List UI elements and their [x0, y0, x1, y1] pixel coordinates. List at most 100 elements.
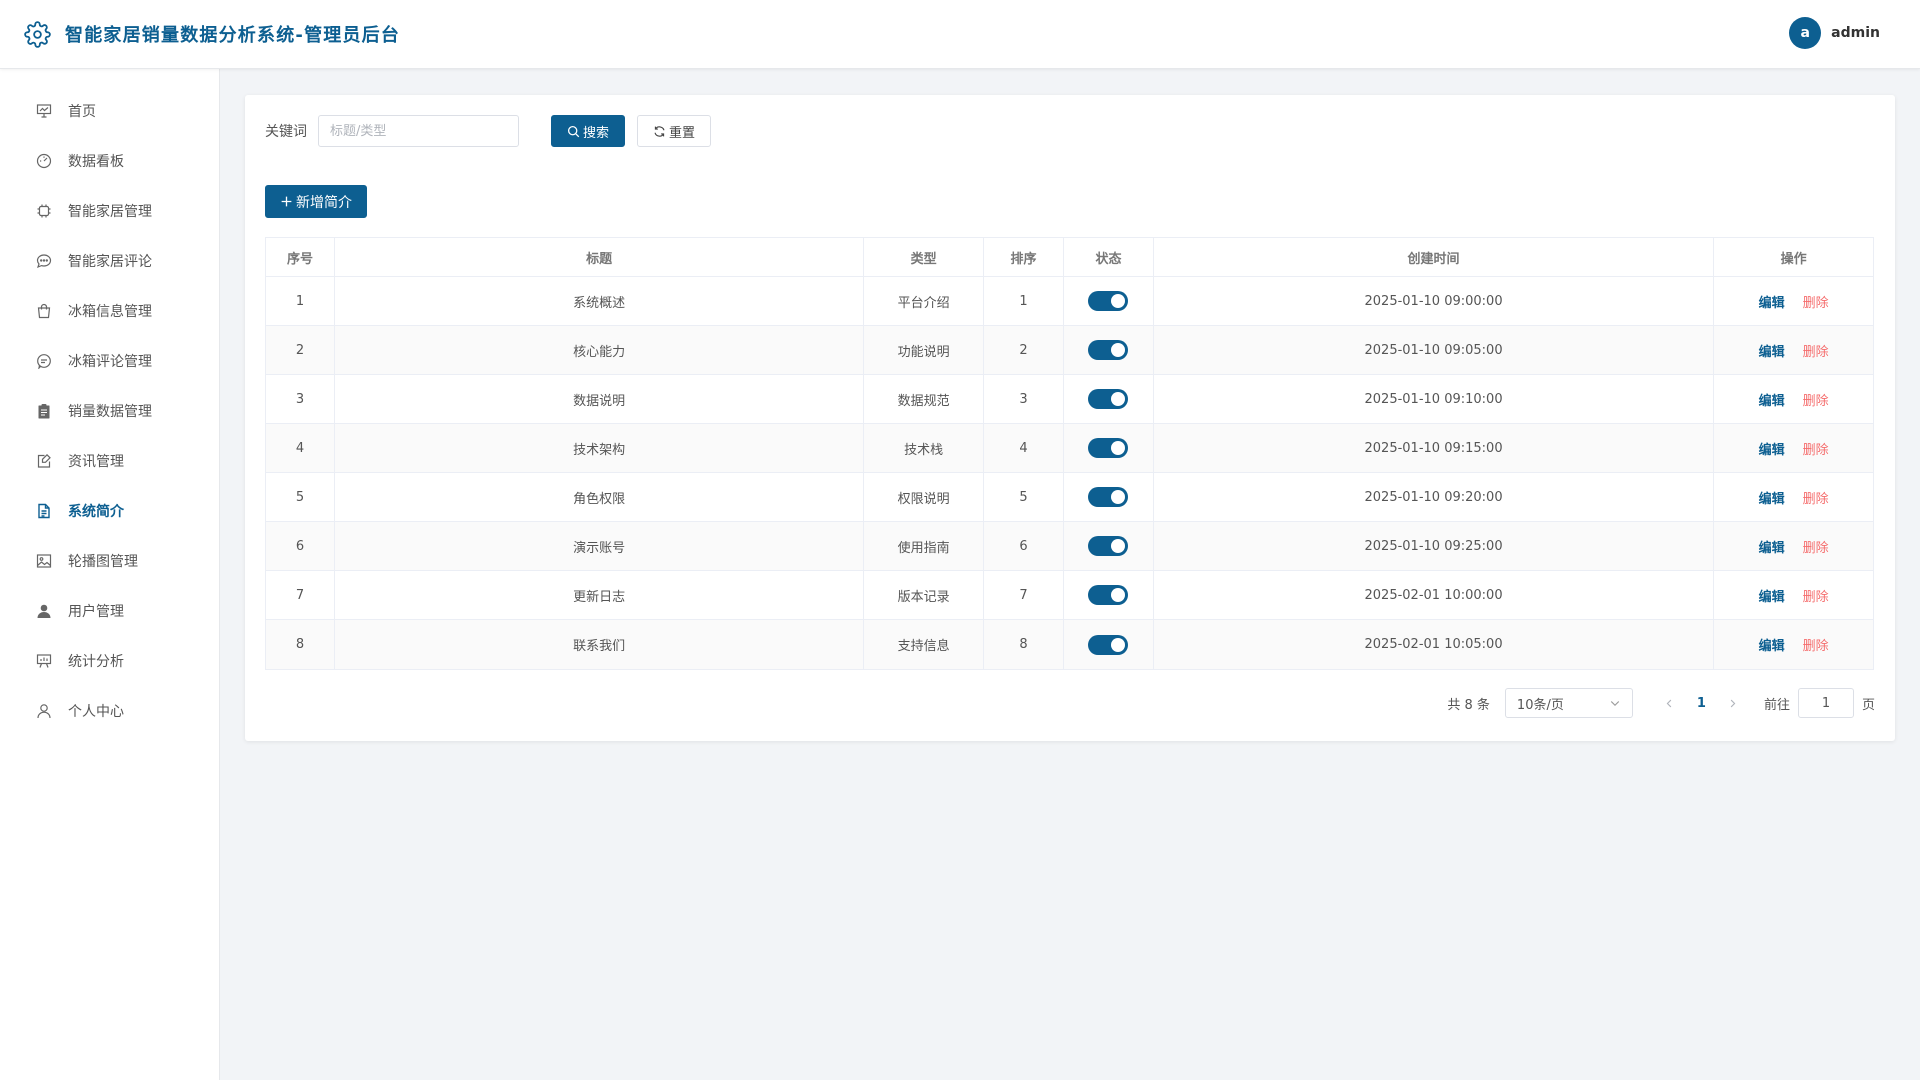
cell-type: 支持信息 — [864, 620, 985, 669]
table-row: 8 联系我们 支持信息 8 2025-02-01 10:05:00 编辑 删除 — [266, 620, 1873, 669]
sidebar-item-fridge-info[interactable]: 冰箱信息管理 — [0, 286, 219, 336]
cell-sort: 6 — [984, 522, 1065, 570]
sidebar-item-smarthome[interactable]: 智能家居管理 — [0, 186, 219, 236]
cell-index: 6 — [266, 522, 335, 570]
sidebar-item-label: 数据看板 — [68, 154, 124, 170]
delete-link[interactable]: 删除 — [1803, 635, 1829, 654]
table-row: 5 角色权限 权限说明 5 2025-01-10 09:20:00 编辑 删除 — [266, 473, 1873, 522]
edit-link[interactable]: 编辑 — [1759, 586, 1785, 605]
status-toggle[interactable] — [1088, 340, 1129, 360]
cell-actions: 编辑 删除 — [1714, 424, 1873, 472]
sidebar-item-label: 资讯管理 — [68, 454, 124, 470]
sidebar-item-profile[interactable]: 个人中心 — [0, 686, 219, 736]
sidebar-item-home[interactable]: 首页 — [0, 86, 219, 136]
edit-link[interactable]: 编辑 — [1759, 341, 1785, 360]
document-icon — [34, 501, 54, 521]
delete-link[interactable]: 删除 — [1803, 537, 1829, 556]
user-menu[interactable]: a admin — [1789, 17, 1880, 49]
cell-status — [1064, 375, 1154, 423]
sidebar-item-fridge-comments[interactable]: 冰箱评论管理 — [0, 336, 219, 386]
goto-label: 前往 — [1763, 697, 1790, 713]
sidebar-item-dashboard[interactable]: 数据看板 — [0, 136, 219, 186]
sidebar-item-label: 冰箱信息管理 — [68, 304, 152, 320]
cell-index: 7 — [266, 571, 335, 619]
presentation-icon — [34, 101, 54, 121]
cell-sort: 8 — [984, 620, 1065, 669]
chart-board-icon — [34, 651, 54, 671]
cell-created: 2025-01-10 09:15:00 — [1154, 424, 1715, 472]
avatar[interactable]: a — [1789, 17, 1822, 49]
delete-link[interactable]: 删除 — [1803, 390, 1829, 409]
status-toggle[interactable] — [1088, 585, 1129, 605]
add-intro-button[interactable]: 新增简介 — [265, 185, 367, 218]
cell-type: 使用指南 — [864, 522, 985, 570]
sidebar-item-carousel[interactable]: 轮播图管理 — [0, 536, 219, 586]
cell-title: 核心能力 — [335, 326, 865, 374]
sidebar-item-news[interactable]: 资讯管理 — [0, 436, 219, 486]
column-header: 状态 — [1064, 238, 1154, 276]
sidebar-item-system-intro[interactable]: 系统简介 — [0, 486, 219, 536]
next-page-button[interactable] — [1726, 698, 1740, 709]
keyword-input[interactable] — [318, 115, 519, 147]
edit-link[interactable]: 编辑 — [1759, 439, 1785, 458]
column-header: 创建时间 — [1154, 238, 1715, 276]
status-toggle[interactable] — [1088, 389, 1129, 409]
column-header: 操作 — [1780, 251, 1807, 267]
cell-index: 2 — [266, 326, 335, 374]
cell-created: 2025-01-10 09:20:00 — [1154, 473, 1715, 521]
status-toggle[interactable] — [1088, 634, 1129, 655]
search-button[interactable]: 搜索 — [551, 115, 625, 147]
delete-link[interactable]: 删除 — [1803, 488, 1829, 507]
cell-title: 角色权限 — [335, 473, 865, 521]
status-toggle[interactable] — [1088, 438, 1129, 458]
edit-link[interactable]: 编辑 — [1759, 488, 1785, 507]
content-card: 关键词 搜索 重置 新增简介 序号 标题 类型 排序 状态 创建时间 操作 1 … — [245, 95, 1895, 741]
delete-link[interactable]: 删除 — [1803, 586, 1829, 605]
top-header: 智能家居销量数据分析系统-管理员后台 a admin — [0, 0, 1920, 69]
delete-link[interactable]: 删除 — [1803, 439, 1829, 458]
edit-link[interactable]: 编辑 — [1759, 390, 1785, 409]
username[interactable]: admin — [1831, 25, 1880, 41]
cell-title: 联系我们 — [335, 620, 865, 669]
reset-button-label: 重置 — [668, 125, 695, 141]
plus-icon — [281, 196, 292, 207]
cell-index: 4 — [266, 424, 335, 472]
page-size-select[interactable]: 10条/页 — [1504, 688, 1633, 718]
sidebar-item-label: 销量数据管理 — [68, 404, 152, 420]
cell-actions: 编辑 删除 — [1714, 326, 1873, 374]
cell-sort: 1 — [984, 277, 1065, 325]
status-toggle[interactable] — [1088, 487, 1129, 507]
refresh-icon — [654, 125, 665, 137]
cell-created: 2025-01-10 09:25:00 — [1154, 522, 1715, 570]
status-toggle[interactable] — [1088, 536, 1129, 556]
picture-icon — [34, 551, 54, 571]
delete-link[interactable]: 删除 — [1803, 292, 1829, 311]
sidebar-item-smarthome-comments[interactable]: 智能家居评论 — [0, 236, 219, 286]
column-header: 类型 — [864, 238, 985, 276]
cell-title: 系统概述 — [335, 277, 865, 325]
cell-status — [1064, 522, 1154, 570]
cell-title: 演示账号 — [335, 522, 865, 570]
prev-page-button[interactable] — [1663, 698, 1677, 709]
sidebar-item-statistics[interactable]: 统计分析 — [0, 636, 219, 686]
sidebar-item-sales[interactable]: 销量数据管理 — [0, 386, 219, 436]
delete-link[interactable]: 删除 — [1803, 341, 1829, 360]
chevron-left-icon — [1667, 699, 1672, 707]
table-row: 4 技术架构 技术栈 4 2025-01-10 09:15:00 编辑 删除 — [266, 424, 1873, 473]
clipboard-icon — [34, 401, 54, 421]
sidebar-item-users[interactable]: 用户管理 — [0, 586, 219, 636]
page-number-current[interactable]: 1 — [1697, 696, 1706, 711]
status-toggle[interactable] — [1088, 291, 1129, 311]
cpu-chip-icon — [34, 201, 54, 221]
goto-page-input[interactable] — [1797, 688, 1854, 718]
table-header-row: 序号 标题 类型 排序 状态 创建时间 操作 — [266, 238, 1873, 277]
cell-actions: 编辑 删除 — [1714, 277, 1873, 325]
edit-link[interactable]: 编辑 — [1759, 537, 1785, 556]
cell-created: 2025-01-10 09:10:00 — [1154, 375, 1715, 423]
gear-icon — [24, 20, 51, 48]
reset-button[interactable]: 重置 — [637, 115, 711, 147]
edit-link[interactable]: 编辑 — [1759, 292, 1785, 311]
cell-actions: 编辑 删除 — [1714, 571, 1873, 619]
table-row: 7 更新日志 版本记录 7 2025-02-01 10:00:00 编辑 删除 — [266, 571, 1873, 620]
edit-link[interactable]: 编辑 — [1759, 635, 1785, 654]
